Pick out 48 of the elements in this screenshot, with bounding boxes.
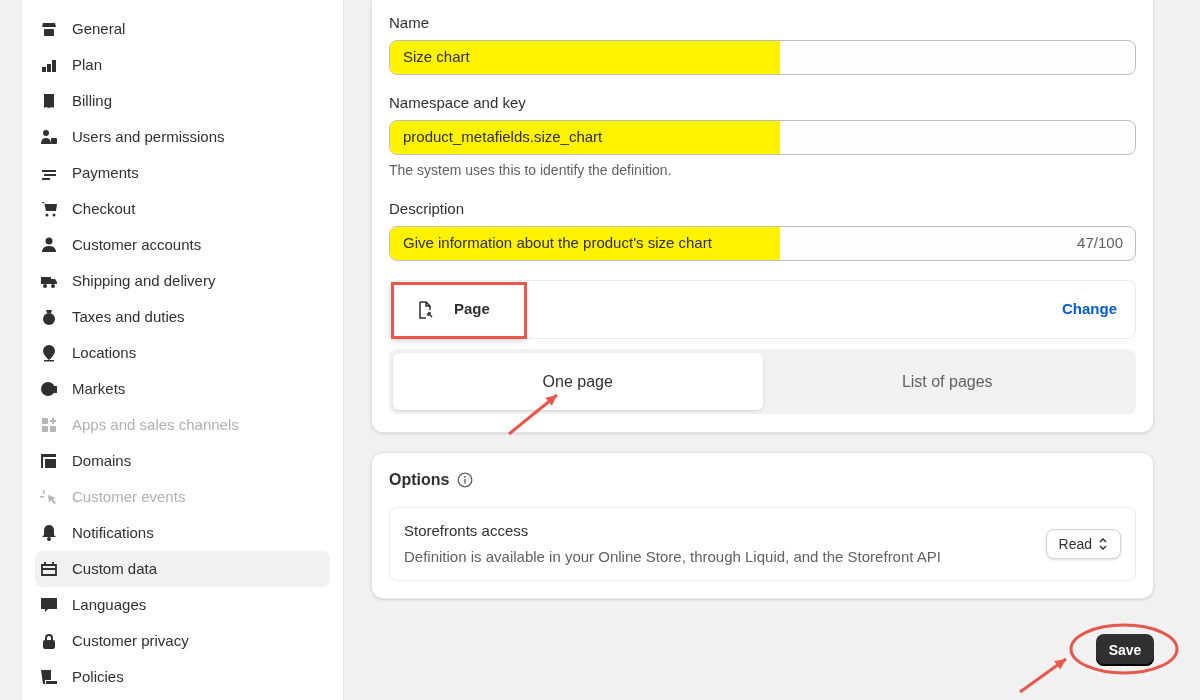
character-counter: 47/100 [1077, 233, 1124, 254]
sidebar-item[interactable]: Domains [35, 443, 330, 479]
input-field[interactable]: product_metafields.size_chart [389, 120, 1136, 155]
sidebar-item[interactable]: Customer accounts [35, 227, 330, 263]
field-label: Namespace and key [389, 94, 527, 112]
section-title: Options [389, 470, 450, 490]
sidebar-item[interactable]: Custom data [35, 551, 330, 587]
sidebar-item[interactable]: Notifications [35, 515, 330, 551]
access-select[interactable]: Read [1045, 529, 1121, 559]
field-label: Name [389, 14, 430, 32]
bell-icon [40, 524, 58, 542]
window-icon [40, 452, 58, 470]
sidebar-item[interactable]: Plan [35, 47, 330, 83]
segment-tab[interactable]: One page [393, 353, 763, 410]
change-link[interactable]: Change [1062, 298, 1117, 321]
chevron-up-down-icon [1098, 537, 1108, 551]
setting-description: Definition is available in your Online Store, through Liquid, and the Storefront API [404, 547, 942, 567]
pin-icon [40, 344, 58, 362]
bag-icon [40, 308, 58, 326]
sidebar-item[interactable]: Shipping and delivery [35, 263, 330, 299]
field-label: Description [389, 200, 466, 218]
sidebar-item[interactable]: Billing [35, 83, 330, 119]
sidebar-item[interactable]: Payments [35, 155, 330, 191]
cursor-icon [40, 488, 58, 506]
grid-icon [40, 416, 58, 434]
person-icon [40, 236, 58, 254]
input-field[interactable]: Size chart [389, 40, 1136, 75]
segment-tab[interactable]: List of pages [762, 353, 1132, 410]
sidebar-item[interactable]: Taxes and duties [35, 299, 330, 335]
input-field[interactable]: Give information about the product's size chart 47/100 [389, 226, 1136, 261]
sidebar-item[interactable]: Customer privacy [35, 623, 330, 659]
users-icon [40, 128, 58, 146]
reference-type-label: Page [454, 299, 490, 320]
sidebar-item[interactable]: Locations [35, 335, 330, 371]
info-icon[interactable] [457, 472, 474, 488]
sidebar-item[interactable]: Users and permissions [35, 119, 330, 155]
setting-title: Storefronts access [404, 520, 530, 541]
box-icon [40, 560, 58, 578]
sidebar-item[interactable]: General [35, 11, 330, 47]
help-text: The system uses this to identify the definition. [389, 161, 673, 180]
lock-icon [40, 632, 58, 650]
store-icon [40, 20, 58, 38]
sidebar-item[interactable]: Checkout [35, 191, 330, 227]
sidebar-item[interactable]: Policies [35, 659, 330, 695]
save-button[interactable]: Save [1096, 634, 1154, 666]
cart-icon [40, 200, 58, 218]
sidebar-item[interactable]: Markets [35, 371, 330, 407]
sidebar-item[interactable]: Languages [35, 587, 330, 623]
